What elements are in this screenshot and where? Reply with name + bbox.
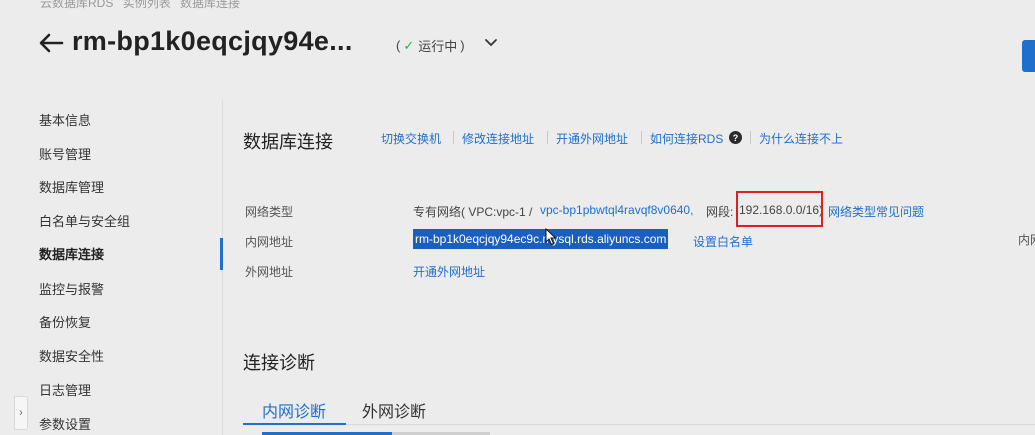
sidebar-item-data-security[interactable]: 数据安全性 <box>39 346 104 368</box>
sidebar <box>0 96 224 435</box>
network-type-label: 网络类型 <box>245 205 294 219</box>
chevron-down-icon[interactable] <box>482 34 500 52</box>
tabs-underline <box>243 424 1035 425</box>
open-internet-address-link[interactable]: 开通外网地址 <box>556 130 628 147</box>
modify-address-link[interactable]: 修改连接地址 <box>462 130 534 147</box>
back-arrow-icon[interactable] <box>36 28 66 58</box>
switch-vswitch-link[interactable]: 切换交换机 <box>381 130 441 147</box>
breadcrumb: 云数据库RDS 实例列表 数据库连接 <box>40 0 246 11</box>
breadcrumb-item: 数据库连接 <box>180 0 241 10</box>
sidebar-item-backup[interactable]: 备份恢复 <box>39 312 91 334</box>
link-separator <box>547 131 548 144</box>
link-separator <box>453 131 454 144</box>
intranet-address-label: 内网地址 <box>245 235 294 249</box>
network-faq-link[interactable]: 网络类型常见问题 <box>828 203 924 220</box>
instance-title: rm-bp1k0eqcjqy94e... <box>72 26 353 56</box>
intranet-address-value[interactable]: rm-bp1k0eqcjqy94ec9c.mysql.rds.aliyuncs.… <box>413 229 669 249</box>
status-label: 运行中 <box>418 39 458 54</box>
breadcrumb-item[interactable]: 云数据库RDS <box>40 0 113 10</box>
sidebar-active-indicator <box>220 238 223 270</box>
why-cannot-connect-link[interactable]: 为什么连接不上 <box>759 130 843 147</box>
sidebar-item-connection[interactable]: 数据库连接 <box>39 244 104 266</box>
link-separator <box>750 131 751 144</box>
action-button-edge[interactable] <box>1022 40 1035 72</box>
mouse-cursor-icon <box>545 227 557 246</box>
sidebar-item-accounts[interactable]: 账号管理 <box>39 144 91 166</box>
chevron-right-icon[interactable]: › <box>14 396 28 430</box>
tab-intranet-diagnosis[interactable]: 内网诊断 <box>262 398 326 422</box>
sidebar-item-databases[interactable]: 数据库管理 <box>39 177 104 199</box>
clipped-label: 内网 <box>1018 233 1035 247</box>
network-type-value: 专有网络( VPC:vpc-1 / <box>413 205 533 219</box>
breadcrumb-item[interactable]: 实例列表 <box>123 0 171 10</box>
connection-section-title: 数据库连接 <box>243 132 333 152</box>
link-separator <box>641 131 642 144</box>
set-whitelist-link[interactable]: 设置白名单 <box>693 233 753 250</box>
help-icon[interactable]: ? <box>729 131 742 144</box>
how-to-connect-link[interactable]: 如何连接RDS <box>650 130 723 147</box>
diagnosis-section-title: 连接诊断 <box>243 353 315 373</box>
sidebar-item-whitelist[interactable]: 白名单与安全组 <box>39 211 130 233</box>
open-internet-link[interactable]: 开通外网地址 <box>413 263 485 280</box>
status-prefix: ( <box>396 38 401 53</box>
internet-address-label: 外网地址 <box>245 265 294 279</box>
tab-active-indicator <box>243 423 346 425</box>
annotation-highlight-box <box>736 191 823 227</box>
page-header: 云数据库RDS 实例列表 数据库连接 rm-bp1k0eqcjqy94e... … <box>0 0 1035 88</box>
status-suffix: ) <box>460 38 465 53</box>
check-icon: ✓ <box>403 37 415 53</box>
sidebar-item-logs[interactable]: 日志管理 <box>39 380 91 402</box>
sidebar-item-parameters[interactable]: 参数设置 <box>39 414 91 435</box>
segment-label: 网段: <box>706 205 734 219</box>
sidebar-item-monitoring[interactable]: 监控与报警 <box>39 279 104 301</box>
vpc-id-link[interactable]: vpc-bp1pbwtql4ravqf8v0640, <box>540 203 693 217</box>
sidebar-item-basic-info[interactable]: 基本信息 <box>39 110 91 132</box>
tab-internet-diagnosis[interactable]: 外网诊断 <box>362 398 426 422</box>
status-badge: ( ✓ 运行中 ) <box>396 36 465 55</box>
